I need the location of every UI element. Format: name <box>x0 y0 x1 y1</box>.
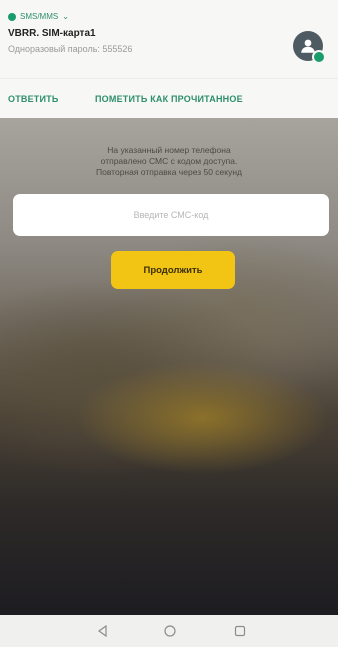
app-name: SMS/MMS <box>20 12 59 21</box>
avatar <box>293 31 326 64</box>
continue-button[interactable]: Продолжить <box>111 251 235 289</box>
recents-square-icon <box>234 625 246 637</box>
recents-button[interactable] <box>232 623 248 639</box>
home-circle-icon <box>164 625 176 637</box>
notification-sender: VBRR. SIM-карта1 <box>8 28 96 39</box>
notification-card[interactable]: SMS/MMS ⌄ VBRR. SIM-карта1 Одноразовый п… <box>0 0 338 78</box>
back-triangle-icon <box>97 624 107 638</box>
notification-header: SMS/MMS ⌄ <box>8 12 69 21</box>
back-button[interactable] <box>95 623 111 639</box>
notification-actions: ОТВЕТИТЬ ПОМЕТИТЬ КАК ПРОЧИТАННОЕ <box>0 78 338 119</box>
system-navbar <box>0 615 338 647</box>
app-background: На указанный номер телефона отправлено С… <box>0 118 338 615</box>
chevron-down-icon[interactable]: ⌄ <box>62 12 69 21</box>
avatar-badge-icon <box>312 50 326 64</box>
notification-body: Одноразовый пароль: 555526 <box>8 44 133 54</box>
mark-read-button[interactable]: ПОМЕТИТЬ КАК ПРОЧИТАННОЕ <box>95 94 243 104</box>
message-dot-icon <box>8 12 16 21</box>
message-line-2: отправлено СМС с кодом доступа. <box>100 156 238 166</box>
message-line-1: На указанный номер телефона <box>107 145 231 155</box>
home-button[interactable] <box>162 623 178 639</box>
sms-code-input[interactable] <box>13 194 329 236</box>
reply-button[interactable]: ОТВЕТИТЬ <box>8 94 59 104</box>
message-line-3: Повторная отправка через 50 секунд <box>96 167 242 177</box>
